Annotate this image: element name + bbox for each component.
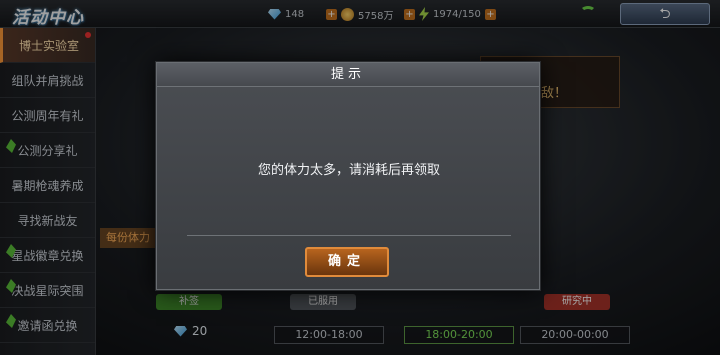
dialog-divider <box>187 235 511 236</box>
confirm-button[interactable]: 确定 <box>305 247 389 277</box>
alert-dialog: 提示 您的体力太多，请消耗后再领取 确定 <box>156 62 540 290</box>
game-screen: 活动中心 148 + 5758万 + 1974/150 + ⮌ 博士实验室 组队… <box>0 0 720 355</box>
dialog-message: 您的体力太多，请消耗后再领取 <box>257 163 440 178</box>
dialog-title: 提示 <box>157 63 539 87</box>
